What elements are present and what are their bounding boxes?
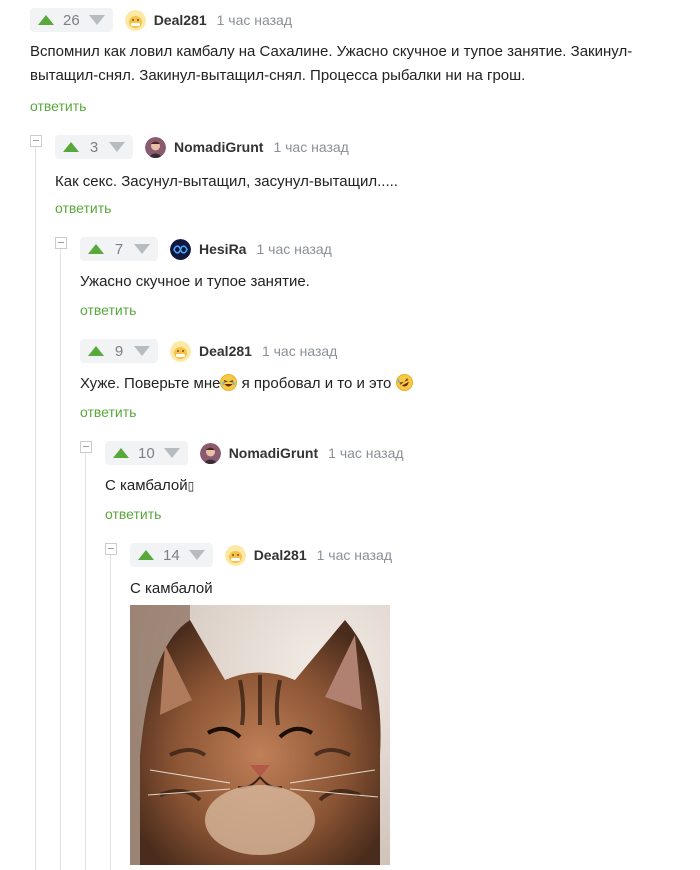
comment-time: 1 час назад [273,139,349,155]
avatar[interactable] [224,544,246,566]
author-name[interactable]: Deal281 [199,343,252,359]
comment-text: Вспомнил как ловил камбалу на Сахалине. … [30,43,633,84]
vote-widget: 7 [80,237,158,261]
rofl-emoji-icon [395,374,413,391]
cat-photo[interactable] [130,605,390,865]
avatar[interactable] [170,340,191,362]
author-name[interactable]: NomadiGrunt [174,139,263,155]
upvote-arrow-icon[interactable] [38,15,54,25]
comment-time: 1 час назад [316,547,393,563]
avatar[interactable] [170,238,191,260]
downvote-arrow-icon[interactable] [88,15,105,25]
comment-text-part: С камбалой [105,477,188,494]
comment-text-part: я пробовал и то и это [237,375,396,392]
reply-link[interactable]: ответить [30,98,86,114]
upvote-arrow-icon[interactable] [88,346,104,356]
vote-widget: 26 [30,8,113,32]
thread-line[interactable] [110,554,111,870]
comment-text: Ужасно скучное и тупое занятие. [80,273,310,290]
comment-time: 1 час назад [328,445,404,461]
laughing-emoji-icon [220,374,238,391]
vote-widget: 14 [130,543,213,567]
downvote-arrow-icon[interactable] [134,244,150,254]
avatar[interactable] [199,442,221,464]
thread-line[interactable] [35,146,36,870]
reply-link[interactable]: ответить [55,200,111,216]
comment-time: 1 час назад [216,12,293,28]
author-name[interactable]: NomadiGrunt [229,445,318,461]
rating-score: 9 [114,342,124,360]
upvote-arrow-icon[interactable] [113,448,129,458]
comment-header: 7 HesiRa 1 час назад [80,236,332,262]
rating-score: 10 [138,444,155,462]
comment-text-part: Хуже. Поверьте мне [80,375,221,392]
rating-score: 7 [114,240,124,258]
reply-link[interactable]: ответить [80,404,136,420]
comment-text: Как секс. Засунул-вытащил, засунул-вытащ… [55,173,398,190]
downvote-arrow-icon[interactable] [163,448,180,458]
vote-widget: 9 [80,339,158,363]
comment-text: Хуже. Поверьте мне я пробовал и то и это [80,372,413,396]
comment-header: 3 NomadiGrunt 1 час назад [55,134,349,160]
upvote-arrow-icon[interactable] [88,244,104,254]
author-name[interactable]: Deal281 [254,547,307,563]
downvote-arrow-icon[interactable] [188,550,205,560]
vote-widget: 3 [55,135,133,159]
upvote-arrow-icon[interactable] [138,550,154,560]
comment-text: С камбалой [130,580,213,597]
comment-time: 1 час назад [256,241,332,257]
collapse-icon[interactable] [30,135,42,147]
vote-widget: 10 [105,441,188,465]
comment-header: 9 Deal281 1 час назад [80,338,337,364]
avatar[interactable] [124,9,146,31]
rating-score: 26 [63,11,80,29]
rating-score: 3 [89,138,99,156]
author-name[interactable]: Deal281 [154,12,207,28]
collapse-icon[interactable] [80,441,92,453]
reply-link[interactable]: ответить [105,506,161,522]
collapse-icon[interactable] [105,543,117,555]
author-name[interactable]: HesiRa [199,241,246,257]
thread-line[interactable] [85,452,86,870]
comment-header: 10 NomadiGrunt 1 час назад [105,440,404,466]
collapse-icon[interactable] [55,237,67,249]
comment-header: 26 Deal281 1 час назад [30,7,292,33]
comment-time: 1 час назад [261,343,338,359]
downvote-arrow-icon[interactable] [109,142,125,152]
unknown-glyph: ▯ [187,479,195,493]
reply-link[interactable]: ответить [80,302,136,318]
comment-text: С камбалой▯ [105,474,194,498]
rating-score: 14 [163,546,180,564]
thread-line[interactable] [60,248,61,870]
avatar[interactable] [145,136,166,158]
downvote-arrow-icon[interactable] [134,346,150,356]
comment-header: 14 Deal281 1 час назад [130,542,392,568]
upvote-arrow-icon[interactable] [63,142,79,152]
